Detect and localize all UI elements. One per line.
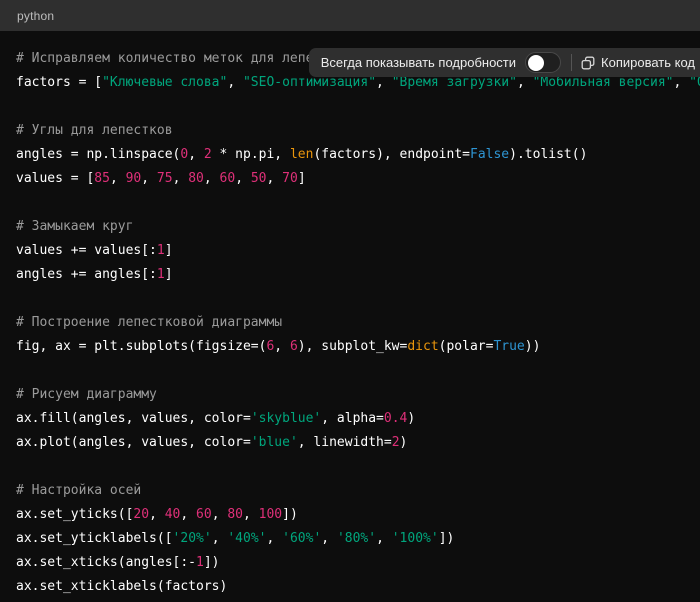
code-line: # Замыкаем круг xyxy=(16,215,700,239)
code-line: ax.plot(angles, values, color='blue', li… xyxy=(16,431,700,455)
code-line: ax.fill(angles, values, color='skyblue',… xyxy=(16,407,700,431)
code-content: # Исправляем количество меток для лепест… xyxy=(16,47,700,599)
code-line: ax.set_xticks(angles[:-1]) xyxy=(16,551,700,575)
code-line: values += values[:1] xyxy=(16,239,700,263)
code-line xyxy=(16,95,700,119)
code-toolbar: Всегда показывать подробности Копировать… xyxy=(309,48,700,77)
code-line xyxy=(16,287,700,311)
code-line: fig, ax = plt.subplots(figsize=(6, 6), s… xyxy=(16,335,700,359)
toggle-knob-icon xyxy=(528,55,544,71)
language-label: python xyxy=(17,9,54,23)
code-line: values = [85, 90, 75, 80, 60, 50, 70] xyxy=(16,167,700,191)
code-line: # Настройка осей xyxy=(16,479,700,503)
code-line xyxy=(16,359,700,383)
copy-code-label: Копировать код xyxy=(601,55,695,70)
code-line: angles = np.linspace(0, 2 * np.pi, len(f… xyxy=(16,143,700,167)
code-header: python xyxy=(0,0,700,31)
code-line: ax.set_xticklabels(factors) xyxy=(16,575,700,599)
code-line: ax.set_yticklabels(['20%', '40%', '60%',… xyxy=(16,527,700,551)
code-line: ax.set_yticks([20, 40, 60, 80, 100]) xyxy=(16,503,700,527)
always-show-details-label: Всегда показывать подробности xyxy=(321,55,516,70)
code-line: # Рисуем диаграмму xyxy=(16,383,700,407)
code-line xyxy=(16,455,700,479)
code-line: # Построение лепестковой диаграммы xyxy=(16,311,700,335)
always-show-details-toggle[interactable] xyxy=(525,52,561,73)
code-area: # Исправляем количество меток для лепест… xyxy=(0,31,700,602)
code-block: python # Исправляем количество меток для… xyxy=(0,0,700,602)
code-line: # Углы для лепестков xyxy=(16,119,700,143)
toolbar-divider xyxy=(571,54,572,71)
code-line xyxy=(16,191,700,215)
copy-code-button[interactable]: Копировать код xyxy=(581,55,696,70)
code-line: angles += angles[:1] xyxy=(16,263,700,287)
copy-icon xyxy=(581,56,595,70)
